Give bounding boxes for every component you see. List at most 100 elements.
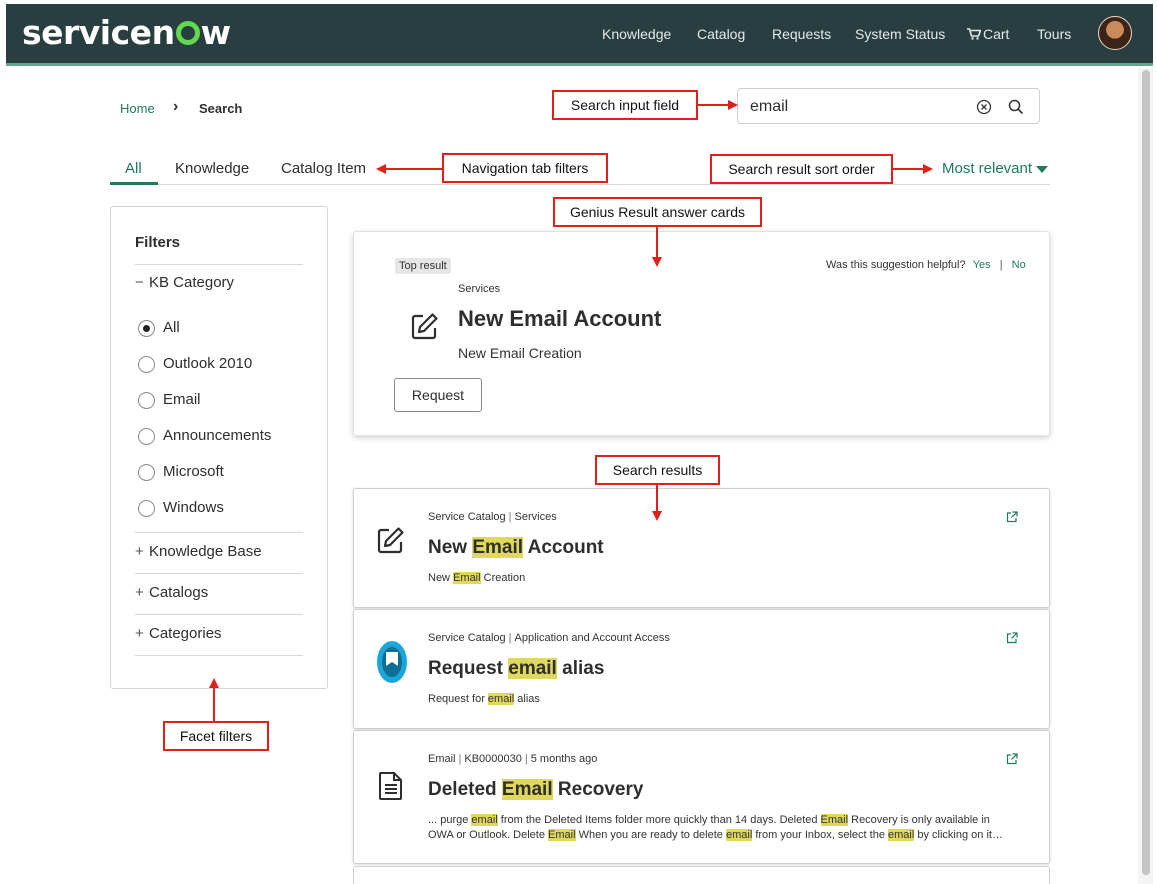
tab-active-indicator bbox=[110, 182, 158, 185]
radio-button[interactable] bbox=[138, 356, 155, 373]
divider bbox=[135, 532, 303, 533]
radio-button[interactable] bbox=[138, 500, 155, 517]
external-link-icon[interactable] bbox=[1006, 511, 1018, 523]
tab-catalog-item[interactable]: Catalog Item bbox=[281, 160, 366, 177]
tab-all[interactable]: All bbox=[125, 160, 142, 177]
genius-subtitle: New Email Creation bbox=[458, 345, 582, 361]
genius-result-card: Top result Was this suggestion helpful? … bbox=[353, 231, 1050, 436]
radio-label: Microsoft bbox=[163, 463, 224, 480]
result-meta: Service Catalog | Services bbox=[428, 511, 557, 523]
nav-system-status[interactable]: System Status bbox=[855, 26, 945, 42]
radio-button[interactable] bbox=[138, 392, 155, 409]
radio-label: Windows bbox=[163, 499, 224, 516]
radio-label: Announcements bbox=[163, 427, 272, 444]
radio-label: Outlook 2010 bbox=[163, 355, 253, 372]
search-result-item[interactable]: Service Catalog | Services New Email Accou… bbox=[353, 488, 1050, 608]
external-link-icon[interactable] bbox=[1006, 753, 1018, 765]
nav-cart[interactable]: Cart bbox=[967, 26, 1009, 42]
annotation-nav-tabs: Navigation tab filters bbox=[442, 153, 608, 183]
radio-label: All bbox=[163, 319, 180, 336]
edit-icon bbox=[411, 313, 438, 340]
annotation-search-results: Search results bbox=[595, 455, 720, 485]
helpful-yes-link[interactable]: Yes bbox=[973, 259, 991, 271]
nav-requests[interactable]: Requests bbox=[772, 26, 831, 42]
arrow-icon bbox=[652, 485, 662, 521]
result-snippet: Request for email alias bbox=[428, 693, 540, 705]
helpful-no-link[interactable]: No bbox=[1012, 259, 1026, 271]
annotation-search-input: Search input field bbox=[552, 90, 698, 120]
search-input[interactable] bbox=[750, 96, 960, 118]
helpful-question: Was this suggestion helpful? bbox=[826, 259, 966, 271]
result-snippet: ... purge email from the Deleted Items f… bbox=[428, 814, 1003, 841]
arrow-icon bbox=[652, 227, 662, 267]
search-result-item[interactable]: Service Catalog | Application and Account … bbox=[353, 609, 1050, 729]
search-result-item[interactable]: Email | KB0000030 | 5 months ago Deleted Ema… bbox=[353, 730, 1050, 864]
facet-filters-panel: Filters − KB Category All Outlook 2010 Em… bbox=[110, 206, 328, 689]
top-navigation-bar: servicen w Knowledge Catalog Requests Sys… bbox=[6, 4, 1153, 66]
genius-title[interactable]: New Email Account bbox=[458, 306, 661, 332]
divider bbox=[135, 655, 303, 656]
radio-button-checked[interactable] bbox=[138, 320, 155, 337]
facet-kb-category-label: KB Category bbox=[149, 274, 235, 291]
divider bbox=[135, 264, 303, 265]
result-title-link[interactable]: Deleted Email Recovery bbox=[428, 779, 643, 801]
logo-o-ring bbox=[175, 21, 200, 45]
mail-badge-icon bbox=[377, 641, 407, 683]
result-title-link[interactable]: Request email alias bbox=[428, 658, 604, 680]
facet-categories[interactable]: + Categories bbox=[135, 625, 222, 642]
helpful-feedback: Was this suggestion helpful? Yes | No bbox=[826, 259, 1026, 271]
annotation-genius-cards: Genius Result answer cards bbox=[553, 197, 762, 227]
facet-categories-label: Categories bbox=[149, 625, 222, 642]
nav-cart-label: Cart bbox=[983, 26, 1010, 42]
search-result-item[interactable] bbox=[353, 866, 1050, 884]
tab-knowledge[interactable]: Knowledge bbox=[175, 160, 249, 177]
nav-catalog[interactable]: Catalog bbox=[697, 26, 745, 42]
request-button[interactable]: Request bbox=[394, 378, 482, 412]
arrow-icon bbox=[698, 100, 738, 110]
search-icon[interactable] bbox=[1008, 99, 1024, 115]
sort-dropdown[interactable]: Most relevant bbox=[942, 160, 1032, 177]
result-meta: Email | KB0000030 | 5 months ago bbox=[428, 753, 598, 765]
breadcrumb-current: Search bbox=[199, 101, 243, 116]
user-avatar[interactable] bbox=[1098, 16, 1132, 50]
radio-button[interactable] bbox=[138, 428, 155, 445]
annotation-sort-order: Search result sort order bbox=[710, 154, 893, 184]
divider bbox=[135, 614, 303, 615]
page: servicen w Knowledge Catalog Requests Sys… bbox=[0, 0, 1157, 884]
edit-icon bbox=[377, 527, 404, 554]
document-icon bbox=[379, 772, 402, 800]
annotation-facet-filters: Facet filters bbox=[163, 721, 269, 751]
search-box bbox=[737, 88, 1040, 124]
top-result-badge: Top result bbox=[395, 258, 451, 274]
divider bbox=[135, 573, 303, 574]
facet-catalogs[interactable]: + Catalogs bbox=[135, 584, 208, 601]
expand-icon: + bbox=[135, 584, 144, 601]
genius-category: Services bbox=[458, 283, 501, 295]
tabs-divider bbox=[110, 184, 1050, 185]
arrow-icon bbox=[376, 164, 442, 174]
result-title-link[interactable]: New Email Account bbox=[428, 537, 604, 559]
clear-icon[interactable] bbox=[976, 99, 992, 115]
cart-icon bbox=[967, 28, 982, 40]
radio-button[interactable] bbox=[138, 464, 155, 481]
facet-kb-category[interactable]: − KB Category bbox=[135, 274, 234, 291]
breadcrumb-separator: › bbox=[173, 98, 179, 115]
arrow-icon bbox=[209, 678, 219, 722]
scrollbar-thumb[interactable] bbox=[1142, 70, 1150, 875]
chevron-down-icon[interactable] bbox=[1036, 166, 1048, 173]
nav-knowledge[interactable]: Knowledge bbox=[602, 26, 671, 42]
result-snippet: New Email Creation bbox=[428, 572, 526, 584]
breadcrumb-home[interactable]: Home bbox=[120, 101, 155, 116]
external-link-icon[interactable] bbox=[1006, 632, 1018, 644]
expand-icon: + bbox=[135, 543, 144, 560]
arrow-icon bbox=[893, 164, 933, 174]
servicenow-logo[interactable]: servicen w bbox=[22, 13, 231, 52]
radio-label: Email bbox=[163, 391, 201, 408]
collapse-icon: − bbox=[135, 274, 144, 291]
facet-catalogs-label: Catalogs bbox=[149, 584, 209, 601]
expand-icon: + bbox=[135, 625, 144, 642]
result-meta: Service Catalog | Application and Account … bbox=[428, 632, 670, 644]
facet-knowledge-base[interactable]: + Knowledge Base bbox=[135, 543, 262, 560]
nav-tours[interactable]: Tours bbox=[1037, 26, 1071, 42]
facet-knowledge-base-label: Knowledge Base bbox=[149, 543, 262, 560]
